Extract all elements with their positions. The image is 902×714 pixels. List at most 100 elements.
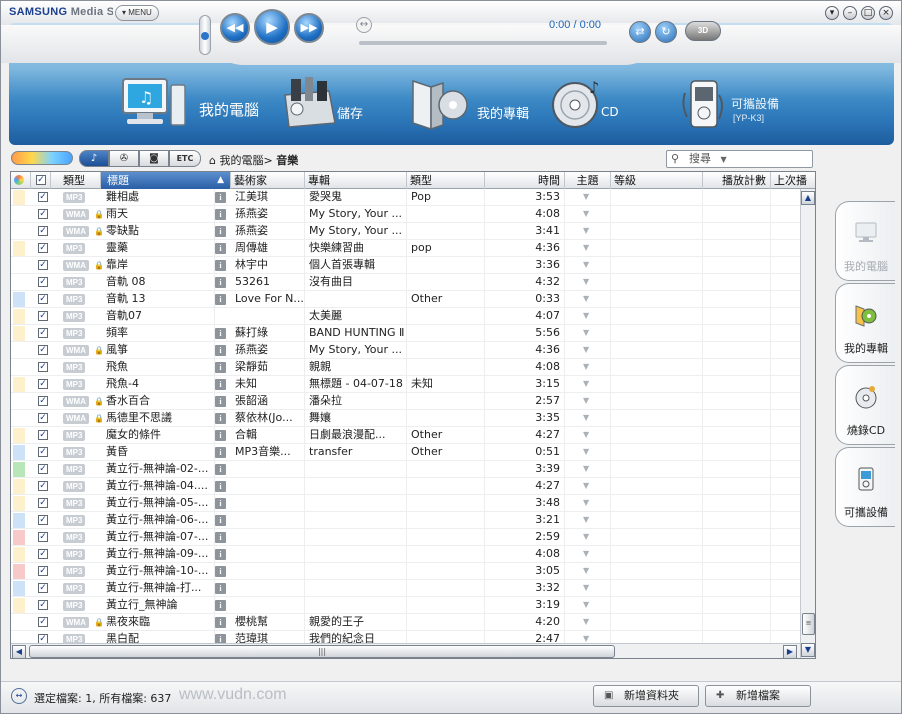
mode-portable-device[interactable]: 可攜設備 [YP-K3]: [679, 75, 809, 135]
seek-bar[interactable]: [359, 41, 607, 45]
cell-theme[interactable]: ▼: [565, 495, 611, 512]
cell-theme[interactable]: ▼: [565, 563, 611, 580]
info-icon[interactable]: i: [215, 413, 226, 424]
cell-rating[interactable]: [611, 376, 703, 393]
column-genre[interactable]: 類型: [407, 172, 485, 189]
row-checkbox[interactable]: ✓: [38, 447, 48, 457]
cell-rating[interactable]: [611, 563, 703, 580]
horizontal-scroll-thumb[interactable]: |||: [29, 645, 615, 658]
theme-dropdown-icon[interactable]: ▼: [583, 614, 589, 630]
table-row[interactable]: ✓ WMA 🔒 雨天 i 孫燕姿 My Story, Your ... 4:08 ▼: [11, 206, 801, 223]
color-column-icon[interactable]: [11, 172, 31, 189]
row-checkbox[interactable]: ✓: [38, 311, 48, 321]
info-icon[interactable]: i: [215, 328, 226, 339]
cell-theme[interactable]: ▼: [565, 223, 611, 240]
table-row[interactable]: ✓ MP3 靈藥 i 周傳雄 快樂練習曲 pop 4:36 ▼: [11, 240, 801, 257]
cell-theme[interactable]: ▼: [565, 257, 611, 274]
row-checkbox[interactable]: ✓: [38, 396, 48, 406]
theme-dropdown-icon[interactable]: ▼: [583, 580, 589, 596]
cell-rating[interactable]: [611, 529, 703, 546]
crossfade-icon[interactable]: ↔: [356, 17, 372, 33]
info-icon[interactable]: i: [215, 192, 226, 203]
cell-theme[interactable]: ▼: [565, 189, 611, 206]
theme-dropdown-icon[interactable]: ▼: [583, 257, 589, 273]
play-button[interactable]: ▶: [254, 9, 290, 45]
previous-track-button[interactable]: ◀◀: [220, 13, 250, 43]
row-checkbox[interactable]: ✓: [38, 464, 48, 474]
new-file-button[interactable]: ✚ 新增檔案: [705, 685, 811, 707]
cell-theme[interactable]: ▼: [565, 308, 611, 325]
vertical-scroll-thumb[interactable]: ≡: [802, 613, 815, 635]
cell-theme[interactable]: ▼: [565, 427, 611, 444]
minimize-icon[interactable]: –: [843, 6, 857, 20]
cell-theme[interactable]: ▼: [565, 359, 611, 376]
row-checkbox[interactable]: ✓: [38, 430, 48, 440]
table-row[interactable]: ✓ WMA 🔒 零缺點 i 孫燕姿 My Story, Your ... 3:41 ▼: [11, 223, 801, 240]
theme-dropdown-icon[interactable]: ▼: [583, 223, 589, 239]
info-icon[interactable]: i: [215, 277, 226, 288]
cell-theme[interactable]: ▼: [565, 546, 611, 563]
theme-dropdown-icon[interactable]: ▼: [583, 393, 589, 409]
3d-sound-button[interactable]: 3D: [685, 21, 721, 41]
cell-theme[interactable]: ▼: [565, 393, 611, 410]
theme-dropdown-icon[interactable]: ▼: [583, 529, 589, 545]
repeat-button[interactable]: ↻: [655, 21, 677, 43]
theme-dropdown-icon[interactable]: ▼: [583, 631, 589, 643]
menu-button[interactable]: ▾ MENU: [115, 5, 159, 21]
expand-arrows-icon[interactable]: ↔: [11, 688, 27, 704]
theme-dropdown-icon[interactable]: ▼: [583, 512, 589, 528]
cell-theme[interactable]: ▼: [565, 325, 611, 342]
row-checkbox[interactable]: ✓: [38, 277, 48, 287]
theme-dropdown-icon[interactable]: ▼: [583, 359, 589, 375]
cell-rating[interactable]: [611, 189, 703, 206]
info-icon[interactable]: i: [215, 396, 226, 407]
side-tab-burn-cd[interactable]: 燒錄CD: [835, 365, 895, 445]
theme-dropdown-icon[interactable]: ▼: [583, 495, 589, 511]
row-checkbox[interactable]: ✓: [38, 294, 48, 304]
color-filter-bar[interactable]: [11, 151, 73, 165]
scroll-left-icon[interactable]: ◀: [12, 645, 26, 658]
video-filter-icon[interactable]: ✇: [109, 150, 139, 167]
row-checkbox[interactable]: ✓: [38, 192, 48, 202]
row-checkbox[interactable]: ✓: [38, 362, 48, 372]
column-theme[interactable]: 主題: [565, 172, 611, 189]
table-row[interactable]: ✓ MP3 黃立行-無神論-02-... i 3:39 ▼: [11, 461, 801, 478]
theme-dropdown-icon[interactable]: ▼: [583, 240, 589, 256]
theme-dropdown-icon[interactable]: ▼: [583, 563, 589, 579]
row-checkbox[interactable]: ✓: [38, 345, 48, 355]
row-checkbox[interactable]: ✓: [38, 328, 48, 338]
theme-dropdown-icon[interactable]: ▼: [583, 444, 589, 460]
row-checkbox[interactable]: ✓: [38, 379, 48, 389]
mode-storage[interactable]: 儲存: [279, 75, 399, 135]
cell-rating[interactable]: [611, 495, 703, 512]
maximize-icon[interactable]: □: [861, 6, 875, 20]
info-icon[interactable]: i: [215, 583, 226, 594]
cell-rating[interactable]: [611, 461, 703, 478]
etc-filter-button[interactable]: ETC: [169, 150, 201, 167]
table-row[interactable]: ✓ MP3 飛魚 i 梁靜茹 親親 4:08 ▼: [11, 359, 801, 376]
cell-rating[interactable]: [611, 240, 703, 257]
column-artist[interactable]: 藝術家: [231, 172, 305, 189]
chevron-down-icon[interactable]: ▼: [721, 155, 727, 164]
cell-theme[interactable]: ▼: [565, 376, 611, 393]
table-row[interactable]: ✓ MP3 魔女的條件 i 合輯 日劇最浪漫配... Other 4:27 ▼: [11, 427, 801, 444]
row-checkbox[interactable]: ✓: [38, 243, 48, 253]
info-icon[interactable]: i: [215, 549, 226, 560]
cell-rating[interactable]: [611, 257, 703, 274]
column-time[interactable]: 時間: [485, 172, 565, 189]
info-icon[interactable]: i: [215, 634, 226, 643]
table-row[interactable]: ✓ MP3 頻率 i 蘇打綠 BAND HUNTING Ⅱ 5:56 ▼: [11, 325, 801, 342]
horizontal-scrollbar[interactable]: ◀ ||| ▶: [11, 643, 800, 658]
theme-dropdown-icon[interactable]: ▼: [583, 376, 589, 392]
row-checkbox[interactable]: ✓: [38, 413, 48, 423]
row-checkbox[interactable]: ✓: [38, 617, 48, 627]
table-row[interactable]: ✓ MP3 黃立行-無神論-09-... i 4:08 ▼: [11, 546, 801, 563]
table-row[interactable]: ✓ MP3 黃立行-無神論-04.... i 4:27 ▼: [11, 478, 801, 495]
cell-theme[interactable]: ▼: [565, 274, 611, 291]
table-row[interactable]: ✓ MP3 黃昏 i MP3音樂... transfer Other 0:51 ▼: [11, 444, 801, 461]
cell-theme[interactable]: ▼: [565, 597, 611, 614]
cell-rating[interactable]: [611, 478, 703, 495]
column-rating[interactable]: 等級: [611, 172, 703, 189]
row-checkbox[interactable]: ✓: [38, 498, 48, 508]
cell-theme[interactable]: ▼: [565, 529, 611, 546]
